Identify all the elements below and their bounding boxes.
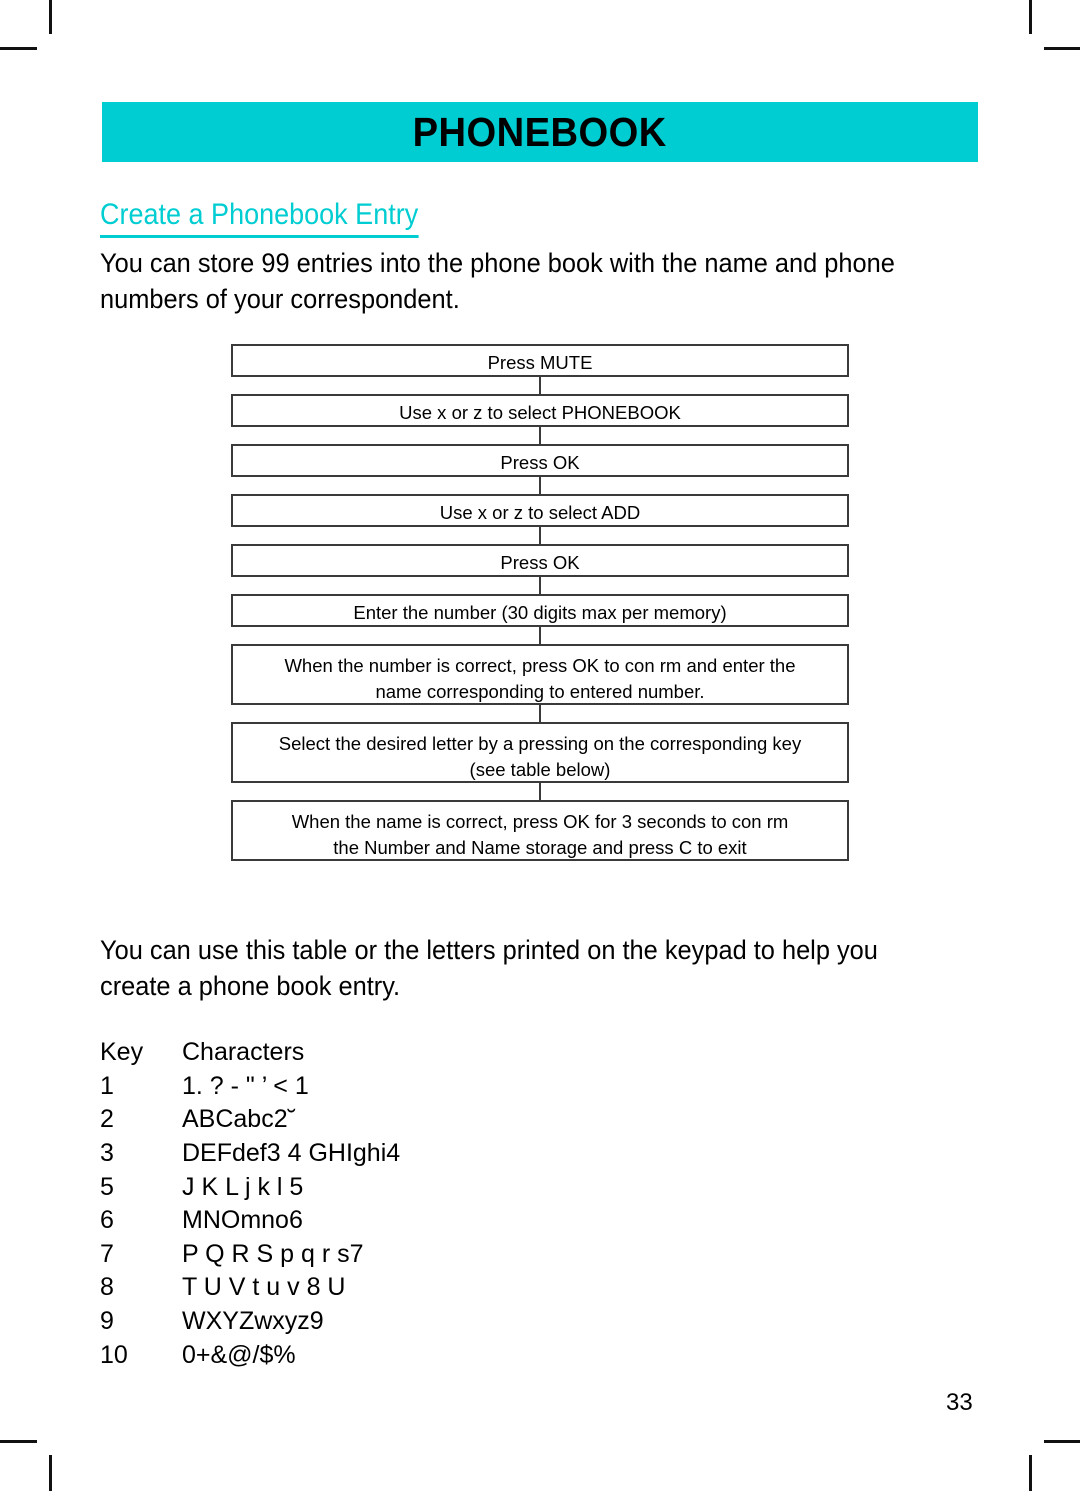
table-intro-paragraph-line-1: You can use this table or the letters pr… xyxy=(100,935,878,965)
page-number: 33 xyxy=(946,1389,973,1416)
intro-paragraph: You can store 99 entries into the phone … xyxy=(100,246,927,317)
flow-step-8: Select the desired letter by a pressing … xyxy=(231,722,849,783)
manual-page: PHONEBOOK Create a Phonebook Entry You c… xyxy=(0,0,1080,1491)
flow-step-7-line-2: name corresponding to entered number. xyxy=(375,680,705,702)
table-row: 1 1. ? - " ’ < 1 xyxy=(100,1070,400,1104)
table-cell-key: 6 xyxy=(100,1206,114,1235)
flow-step-8-line-2: (see table below) xyxy=(469,758,611,780)
table-row: 8 T U V t u v 8 U xyxy=(100,1271,400,1305)
flow-step-1: Press MUTE xyxy=(231,344,849,377)
table-cell-characters: MNOmno6 xyxy=(182,1206,303,1235)
flow-step-2-line-1: Use x or z to select PHONEBOOK xyxy=(399,402,681,423)
flow-step-7: When the number is correct, press OK to … xyxy=(231,644,849,705)
flow-connector-7 xyxy=(231,705,849,722)
flow-step-6: Enter the number (30 digits max per memo… xyxy=(231,594,849,627)
flow-step-9-line-2: the Number and Name storage and press C … xyxy=(333,836,747,858)
table-cell-key: 2 xyxy=(100,1105,114,1134)
table-intro-paragraph-line-2: create a phone book entry. xyxy=(100,970,401,1001)
flow-step-9: When the name is correct, press OK for 3… xyxy=(231,800,849,861)
table-row: 3 DEFdef3 4 GHIghi4 xyxy=(100,1137,400,1171)
flow-step-2: Use x or z to select PHONEBOOK xyxy=(231,394,849,427)
table-cell-characters: J K L j k l 5 xyxy=(182,1172,304,1201)
table-cell-characters: 1. ? - " ’ < 1 xyxy=(182,1071,309,1100)
table-cell-key: 8 xyxy=(100,1273,114,1302)
table-row: 5 J K L j k l 5 xyxy=(100,1171,400,1205)
table-row: 10 0+&@/$% xyxy=(100,1339,400,1373)
table-intro-paragraph: You can use this table or the letters pr… xyxy=(100,933,927,1004)
flow-step-9-line-1: When the name is correct, press OK for 3… xyxy=(291,811,789,832)
key-characters-table: Key Characters 1 1. ? - " ’ < 1 2 ABCabc… xyxy=(100,1036,400,1372)
procedure-flowchart: Press MUTE Use x or z to select PHONEBOO… xyxy=(231,344,849,861)
flow-step-3: Press OK xyxy=(231,444,849,477)
table-header-row: Key Characters xyxy=(100,1036,400,1070)
flow-connector-1 xyxy=(231,377,849,394)
flow-connector-2 xyxy=(231,427,849,444)
table-cell-key: 3 xyxy=(100,1138,114,1167)
flow-connector-4 xyxy=(231,527,849,544)
flow-connector-5 xyxy=(231,577,849,594)
table-cell-key: 1 xyxy=(100,1071,114,1100)
table-cell-characters: P Q R S p q r s7 xyxy=(182,1239,364,1268)
flow-step-8-line-1: Select the desired letter by a pressing … xyxy=(278,733,802,754)
table-row: 2 ABCabc2˘ xyxy=(100,1103,400,1137)
table-cell-characters: 0+&@/$% xyxy=(182,1340,296,1369)
flow-step-1-line-1: Press MUTE xyxy=(487,352,593,373)
table-cell-characters: DEFdef3 4 GHIghi4 xyxy=(182,1138,401,1167)
table-cell-key: 9 xyxy=(100,1307,114,1335)
table-cell-key: 7 xyxy=(100,1239,114,1268)
table-row: 9 WXYZwxyz9 xyxy=(100,1305,400,1339)
flow-step-4: Use x or z to select ADD xyxy=(231,494,849,527)
table-cell-key: 5 xyxy=(100,1172,114,1201)
table-row: 7 P Q R S p q r s7 xyxy=(100,1238,400,1272)
table-cell-characters: WXYZwxyz9 xyxy=(182,1307,324,1335)
flow-step-5-line-1: Press OK xyxy=(500,552,580,573)
section-heading: Create a Phonebook Entry xyxy=(100,198,419,238)
flow-step-3-line-1: Press OK xyxy=(500,452,580,473)
table-row: 6 MNOmno6 xyxy=(100,1204,400,1238)
table-cell-characters: T U V t u v 8 U xyxy=(182,1273,346,1302)
flow-step-5: Press OK xyxy=(231,544,849,577)
flow-connector-3 xyxy=(231,477,849,494)
table-cell-key: 10 xyxy=(100,1340,128,1369)
table-cell-characters: ABCabc2˘ xyxy=(182,1105,296,1134)
flow-step-4-line-1: Use x or z to select ADD xyxy=(439,502,641,523)
table-header-characters: Characters xyxy=(182,1038,305,1066)
intro-paragraph-line-2: numbers of your correspondent. xyxy=(100,283,460,314)
banner-title: PHONEBOOK xyxy=(412,108,668,155)
intro-paragraph-line-1: You can store 99 entries into the phone … xyxy=(100,248,895,278)
flow-step-7-line-1: When the number is correct, press OK to … xyxy=(284,655,796,676)
flow-connector-8 xyxy=(231,783,849,800)
table-header-key: Key xyxy=(100,1038,144,1066)
flow-step-6-line-1: Enter the number (30 digits max per memo… xyxy=(353,602,727,623)
section-banner: PHONEBOOK xyxy=(102,102,978,162)
flow-connector-6 xyxy=(231,627,849,644)
